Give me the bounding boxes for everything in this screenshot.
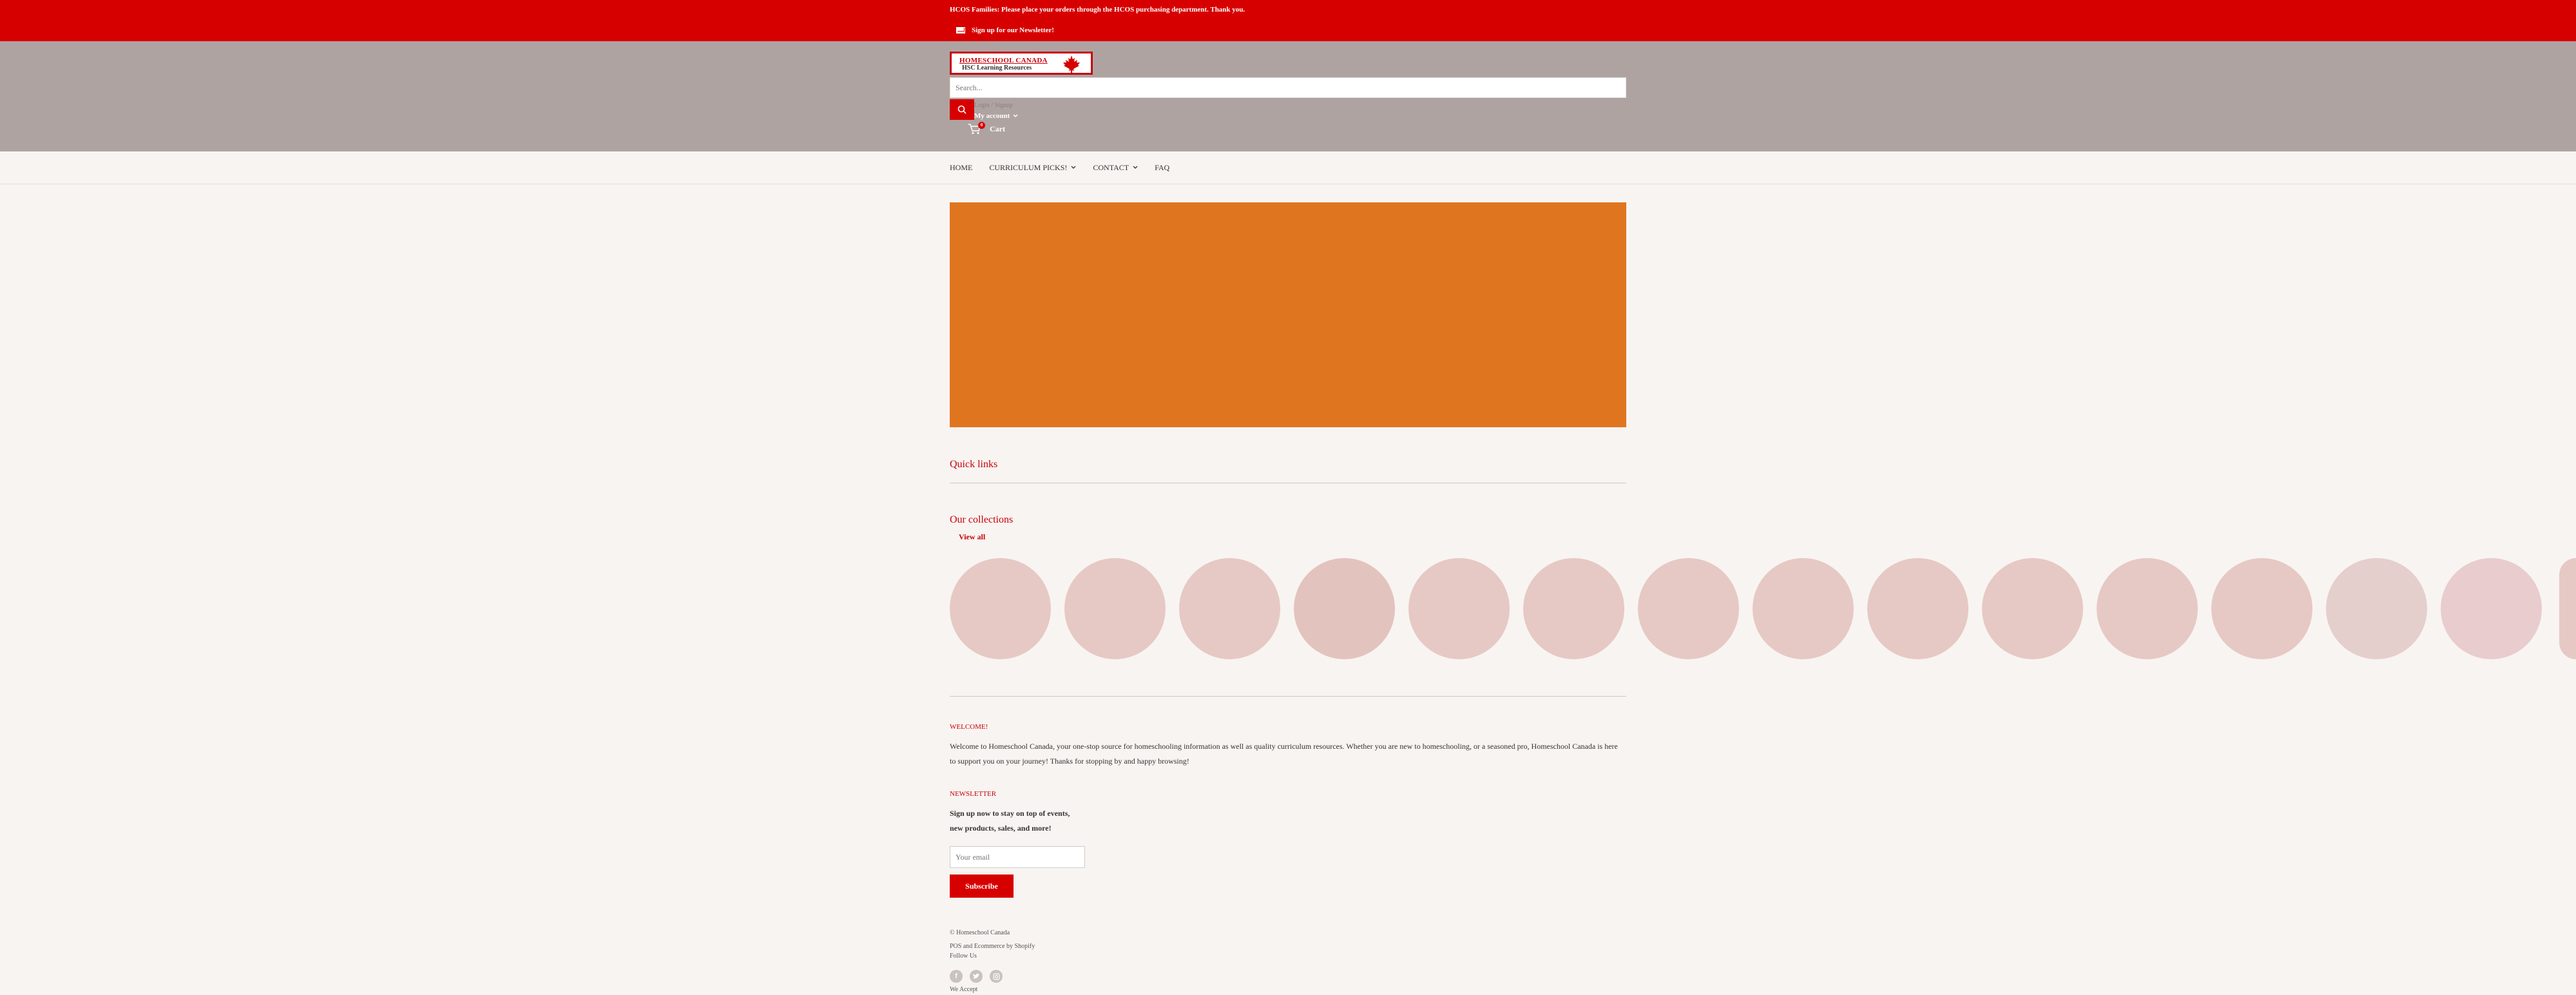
divider — [950, 696, 1626, 697]
newsletter-title: NEWSLETTER — [950, 790, 997, 798]
nav-item-faq[interactable]: FAQ — [1155, 163, 1169, 173]
cart-link[interactable]: 0 Cart — [968, 122, 1005, 135]
collections-list — [950, 558, 2542, 659]
announcement-bar: HCOS Families: Please place your orders … — [0, 0, 2576, 41]
subscribe-button[interactable]: Subscribe — [950, 874, 1014, 898]
copyright-text: © Homeschool Canada — [950, 929, 1010, 936]
we-accept-label: We Accept — [950, 986, 978, 993]
my-account-label: My account — [974, 112, 1010, 120]
collection-item[interactable] — [2441, 558, 2542, 659]
collection-item[interactable] — [2211, 558, 2312, 659]
email-field[interactable] — [950, 846, 1085, 868]
powered-by-link[interactable]: POS and Ecommerce by Shopify — [950, 943, 1035, 950]
announcement-message: HCOS Families: Please place your orders … — [950, 6, 1245, 14]
login-signup-link[interactable]: Login / Signup — [974, 102, 1013, 109]
nav-item-home[interactable]: HOME — [950, 163, 972, 173]
collection-item[interactable] — [2097, 558, 2198, 659]
collection-item[interactable] — [1179, 558, 1280, 659]
collection-item[interactable] — [2326, 558, 2427, 659]
collection-item[interactable] — [1753, 558, 1854, 659]
collection-item[interactable] — [1638, 558, 1739, 659]
collection-item[interactable] — [1523, 558, 1624, 659]
logo-subtitle: HSC Learning Resources — [962, 64, 1032, 72]
welcome-text: Welcome to Homeschool Canada, your one-s… — [950, 742, 1618, 766]
twitter-icon[interactable] — [970, 970, 983, 983]
site-logo[interactable]: HOMESCHOOL CANADA HSC Learning Resources — [950, 52, 1093, 75]
nav-item-curriculum-picks[interactable]: CURRICULUM PICKS! — [989, 163, 1076, 173]
maple-leaf-icon — [1063, 55, 1080, 73]
cart-label: Cart — [990, 124, 1005, 133]
follow-us-label: Follow Us — [950, 952, 977, 960]
collections-title: Our collections — [950, 514, 1014, 525]
search-icon — [957, 105, 966, 114]
logo-title: HOMESCHOOL CANADA — [959, 57, 1048, 64]
chevron-down-icon — [1071, 166, 1076, 169]
collection-item-partial[interactable] — [2559, 558, 2576, 659]
welcome-title: WELCOME! — [950, 723, 988, 731]
collection-item[interactable] — [1408, 558, 1510, 659]
site-header: HOMESCHOOL CANADA HSC Learning Resources… — [0, 41, 2576, 151]
mail-icon — [956, 27, 965, 34]
collection-item[interactable] — [1294, 558, 1395, 659]
nav-item-label: FAQ — [1155, 162, 1170, 172]
cart-count-badge: 0 — [978, 122, 985, 129]
chevron-down-icon — [1013, 114, 1018, 117]
instagram-icon[interactable] — [990, 970, 1003, 983]
collection-item[interactable] — [950, 558, 1051, 659]
collection-item[interactable] — [1867, 558, 1968, 659]
newsletter-signup-label: Sign up for our Newsletter! — [972, 26, 1054, 34]
newsletter-signup-link[interactable]: Sign up for our Newsletter! — [956, 26, 1054, 34]
search-button[interactable] — [950, 99, 974, 120]
hero-banner[interactable] — [950, 202, 1626, 427]
main-nav: HOME CURRICULUM PICKS! CONTACT FAQ — [0, 151, 2576, 184]
cart-icon-wrap: 0 — [968, 122, 985, 135]
view-all-link[interactable]: View all — [959, 532, 985, 542]
nav-item-label: CURRICULUM PICKS! — [989, 162, 1068, 172]
facebook-icon[interactable]: f — [950, 970, 963, 983]
social-links: f — [950, 970, 1003, 983]
collection-item[interactable] — [1064, 558, 1166, 659]
collection-item[interactable] — [1982, 558, 2083, 659]
chevron-down-icon — [1133, 166, 1138, 169]
nav-item-contact[interactable]: CONTACT — [1093, 163, 1138, 173]
quick-links-title: Quick links — [950, 459, 998, 470]
nav-item-label: HOME — [950, 162, 973, 172]
nav-item-label: CONTACT — [1093, 162, 1129, 172]
newsletter-text: Sign up now to stay on top of events, ne… — [950, 809, 1070, 833]
search-input[interactable] — [950, 77, 1626, 98]
my-account-toggle[interactable]: My account — [974, 112, 1018, 120]
